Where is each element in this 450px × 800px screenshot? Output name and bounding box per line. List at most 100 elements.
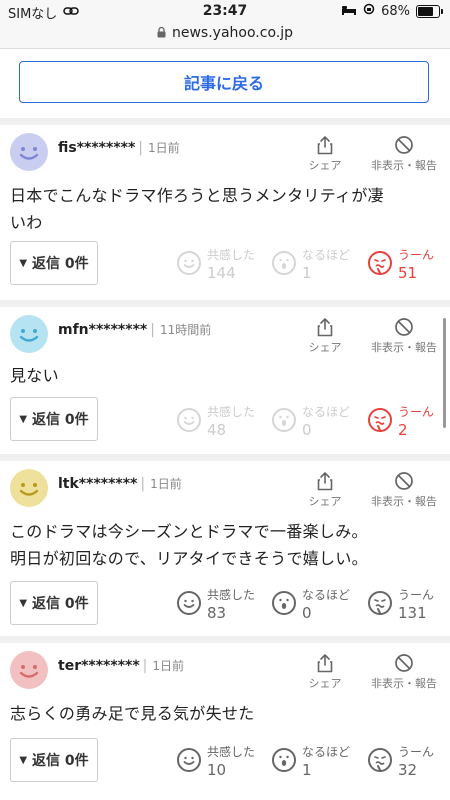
avatar[interactable] [10,315,48,353]
hide-report-button[interactable]: 非表示・報告 [364,135,444,173]
block-icon [364,135,444,155]
triangle-down-icon: ▼ [19,413,28,425]
divider [0,454,450,461]
username-text: fis******** [58,140,136,156]
avatar[interactable] [10,133,48,171]
reaction-hmm-label: うーん [398,405,435,419]
reply-toggle-button[interactable]: ▼ 返信 0件 [10,397,98,441]
block-icon [364,653,444,673]
comment-username[interactable]: ltk******** | 1日前 [58,475,182,492]
comment-text-line: 志らくの勇み足で見る気が失せた [10,704,255,723]
reaction-hmm-label: うーん [398,588,435,602]
scrollbar[interactable] [443,318,446,428]
battery-percent: 68% [381,3,410,19]
reaction-indeed-label: なるほど [302,745,351,759]
triangle-down-icon: ▼ [19,754,28,766]
reaction-empathy-count: 144 [207,264,236,282]
comment-username[interactable]: ter******** | 1日前 [58,657,184,674]
reaction-hmm-button[interactable]: うーん 51 [368,243,450,287]
reaction-hmm-count: 32 [398,761,418,779]
back-to-article-button[interactable]: 記事に戻る [19,61,429,103]
comment-text-line: このドラマは今シーズンとドラマで一番楽しみ。 [10,522,368,541]
bed-icon [341,4,357,19]
share-label: シェア [308,495,342,508]
reaction-empathy-count: 83 [207,604,227,622]
reaction-empathy-button[interactable]: 共感した 48 [177,400,267,444]
triangle-down-icon: ▼ [19,257,28,269]
reply-label: 返信 0件 [32,596,89,612]
reply-toggle-button[interactable]: ▼ 返信 0件 [10,738,98,782]
username-text: ter******** [58,658,140,674]
comment-username[interactable]: fis******** | 1日前 [58,139,180,156]
reaction-hmm-count: 131 [398,604,427,622]
share-label: シェア [308,341,342,354]
battery-icon [416,4,443,18]
comment-text-line: 日本でこんなドラマ作ろうと思うメンタリティが凄 [10,186,384,205]
reply-toggle-button[interactable]: ▼ 返信 0件 [10,581,98,625]
separator: | [138,140,143,156]
avatar[interactable] [10,469,48,507]
hide-report-label: 非表示・報告 [371,677,437,690]
share-label: シェア [308,159,342,172]
reaction-empathy-button[interactable]: 共感した 83 [177,583,267,627]
hide-report-label: 非表示・報告 [371,159,437,172]
comment-text-line: いわ [10,213,43,232]
reply-label: 返信 0件 [32,412,89,428]
reaction-indeed-count: 1 [302,761,312,779]
share-button[interactable]: シェア [305,471,345,509]
reaction-hmm-label: うーん [398,248,435,262]
reaction-empathy-label: 共感した [207,405,256,419]
share-icon [305,317,345,337]
reaction-empathy-label: 共感した [207,588,256,602]
comment-item: ter******** | 1日前 シェア 非表示・報告志らくの勇み足で見る気が失せた ▼… [0,643,450,800]
reaction-indeed-button[interactable]: なるほど 1 [272,243,362,287]
reaction-indeed-label: なるほど [302,405,351,419]
separator: | [142,658,148,674]
reaction-empathy-button[interactable]: 共感した 10 [177,740,267,784]
divider [0,636,450,643]
hide-report-button[interactable]: 非表示・報告 [364,471,444,509]
separator: | [150,322,155,338]
username-text: ltk******** [58,476,138,492]
reaction-hmm-button[interactable]: うーん 32 [368,740,450,784]
reply-toggle-button[interactable]: ▼ 返信 0件 [10,241,98,285]
reaction-hmm-count: 51 [398,264,418,282]
share-icon [305,471,345,491]
reaction-empathy-button[interactable]: 共感した 144 [177,243,267,287]
reaction-empathy-count: 48 [207,421,227,439]
reaction-hmm-button[interactable]: うーん 131 [368,583,450,627]
reaction-hmm-count: 2 [398,421,408,439]
reply-label: 返信 0件 [32,256,89,272]
reaction-indeed-button[interactable]: なるほど 0 [272,400,362,444]
orientation-lock-icon [363,3,375,19]
username-text: mfn******** [58,322,148,338]
hide-report-label: 非表示・報告 [371,495,437,508]
share-button[interactable]: シェア [305,135,345,173]
hide-report-button[interactable]: 非表示・報告 [364,653,444,691]
avatar[interactable] [10,651,48,689]
comment-item: ltk******** | 1日前シェア 非表示・報告このドラマは今シーズンとドラマで… [0,461,450,643]
comment-username[interactable]: mfn******** | 11時間前 [58,321,211,338]
reaction-indeed-button[interactable]: なるほど 0 [272,583,362,627]
share-button[interactable]: シェア [305,653,345,691]
block-icon [364,317,444,337]
lock-icon [157,23,166,45]
separator: | [140,476,146,492]
reaction-indeed-count: 0 [302,604,312,622]
comment-item: mfn******** | 11時間前 シェア 非表示・報告 見ない ▼ 返信 0件 共感した 4… [0,307,450,461]
url-text: news.yahoo.co.jp [172,25,293,41]
comment-time: 1日前 [148,141,180,155]
reaction-indeed-label: なるほど [302,588,351,602]
reaction-empathy-count: 10 [207,761,227,779]
reaction-empathy-label: 共感した [207,248,256,262]
share-button[interactable]: シェア [305,317,345,355]
reaction-hmm-button[interactable]: うーん 2 [368,400,450,444]
divider [0,118,450,125]
url-bar[interactable]: news.yahoo.co.jp [0,22,450,49]
hide-report-button[interactable]: 非表示・報告 [364,317,444,355]
block-icon [364,471,444,491]
reaction-indeed-count: 1 [302,264,312,282]
reaction-indeed-count: 0 [302,421,312,439]
reaction-indeed-button[interactable]: なるほど 1 [272,740,362,784]
hide-report-label: 非表示・報告 [371,341,437,354]
